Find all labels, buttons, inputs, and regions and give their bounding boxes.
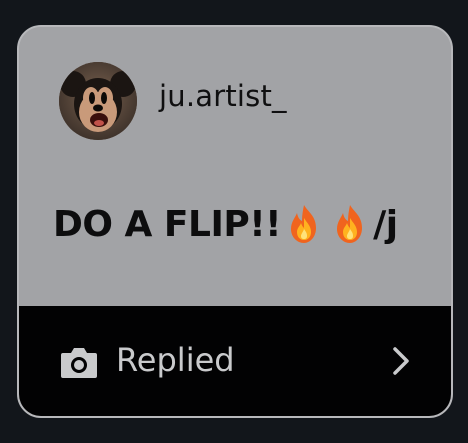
- camera-icon: [59, 344, 99, 380]
- username[interactable]: ju.artist_: [159, 79, 287, 113]
- replied-status-label: Replied: [116, 341, 235, 379]
- fire-emoji-icon: [282, 202, 326, 246]
- avatar[interactable]: [59, 62, 137, 140]
- message-text: DO A FLIP!! /j: [53, 202, 398, 246]
- avatar-image: [59, 62, 137, 140]
- reply-status-bar[interactable]: Replied: [19, 306, 451, 416]
- fire-emoji-icon: [328, 202, 372, 246]
- message-suffix: /j: [373, 203, 398, 245]
- chevron-right-icon[interactable]: [387, 344, 415, 378]
- story-reply-card[interactable]: ju.artist_ DO A FLIP!! /j Replied: [17, 25, 453, 418]
- card-content: ju.artist_ DO A FLIP!! /j: [19, 27, 451, 306]
- message-body: DO A FLIP!!: [53, 203, 282, 245]
